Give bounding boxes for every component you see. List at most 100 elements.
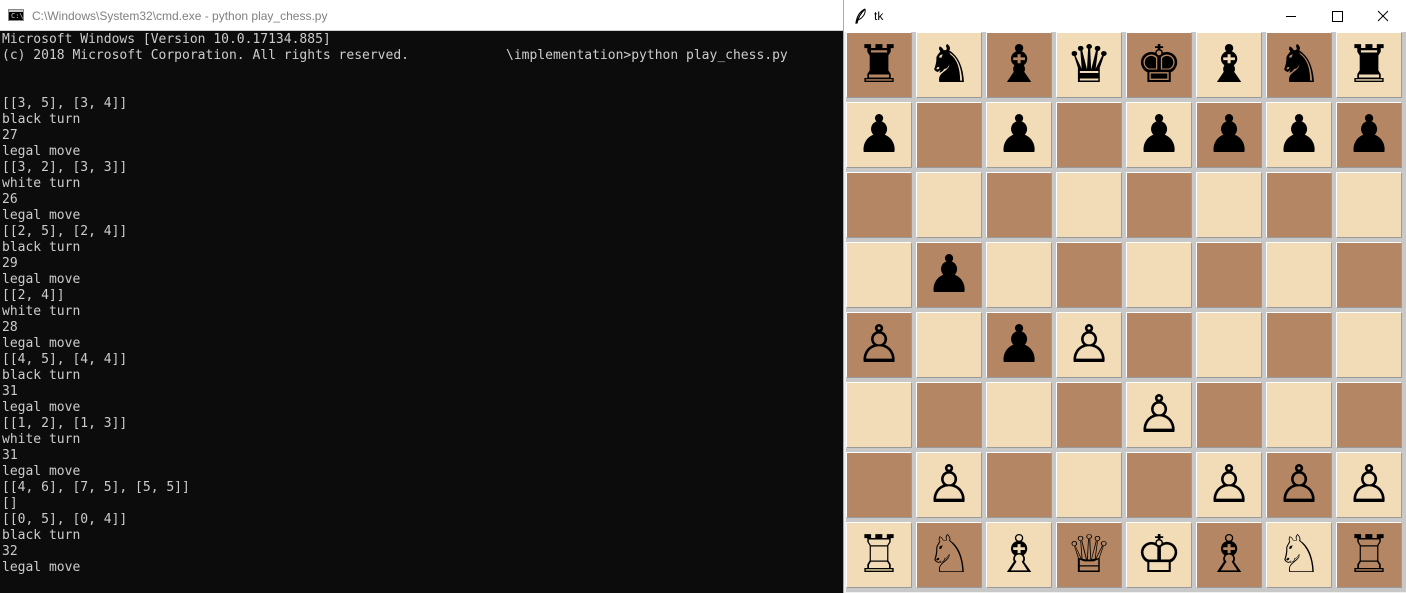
board-square-c6[interactable]: [986, 172, 1052, 238]
board-square-d2[interactable]: [1056, 452, 1122, 518]
board-square-c7[interactable]: ♟: [986, 102, 1052, 168]
white-rook-icon[interactable]: ♖: [856, 529, 903, 581]
cmd-titlebar[interactable]: C:\ C:\Windows\System32\cmd.exe - python…: [0, 0, 843, 31]
board-square-f7[interactable]: ♟: [1196, 102, 1262, 168]
white-pawn-icon[interactable]: ♙: [926, 459, 973, 511]
board-square-d1[interactable]: ♕: [1056, 522, 1122, 588]
board-square-a7[interactable]: ♟: [846, 102, 912, 168]
board-square-b1[interactable]: ♘: [916, 522, 982, 588]
board-square-c5[interactable]: [986, 242, 1052, 308]
white-bishop-icon[interactable]: ♗: [996, 529, 1043, 581]
board-square-b3[interactable]: [916, 382, 982, 448]
white-pawn-icon[interactable]: ♙: [1066, 319, 1113, 371]
white-pawn-icon[interactable]: ♙: [1276, 459, 1323, 511]
board-square-a5[interactable]: [846, 242, 912, 308]
cmd-console-output[interactable]: Microsoft Windows [Version 10.0.17134.88…: [2, 32, 840, 592]
board-square-c8[interactable]: ♝: [986, 32, 1052, 98]
board-square-d5[interactable]: [1056, 242, 1122, 308]
white-bishop-icon[interactable]: ♗: [1206, 529, 1253, 581]
board-square-e7[interactable]: ♟: [1126, 102, 1192, 168]
board-square-a1[interactable]: ♖: [846, 522, 912, 588]
board-square-g5[interactable]: [1266, 242, 1332, 308]
board-square-b8[interactable]: ♞: [916, 32, 982, 98]
board-square-g1[interactable]: ♘: [1266, 522, 1332, 588]
board-square-d4[interactable]: ♙: [1056, 312, 1122, 378]
board-square-c3[interactable]: [986, 382, 1052, 448]
chess-board[interactable]: ♜ ♞ ♝ ♛ ♚ ♝ ♞ ♜ ♟ ♟ ♟ ♟ ♟ ♟ ♟ ♙ ♟ ♙ ♙ ♙ ♙ ♙ ♙ ♖ ♘ ♗ ♕ ♔ ♗ ♘ ♖: [846, 32, 1406, 592]
board-square-f5[interactable]: [1196, 242, 1262, 308]
board-square-b5[interactable]: ♟: [916, 242, 982, 308]
board-square-e1[interactable]: ♔: [1126, 522, 1192, 588]
black-rook-icon[interactable]: ♜: [1346, 39, 1393, 91]
board-square-h2[interactable]: ♙: [1336, 452, 1402, 518]
board-square-c2[interactable]: [986, 452, 1052, 518]
white-rook-icon[interactable]: ♖: [1346, 529, 1393, 581]
board-square-g2[interactable]: ♙: [1266, 452, 1332, 518]
board-square-h5[interactable]: [1336, 242, 1402, 308]
board-square-h1[interactable]: ♖: [1336, 522, 1402, 588]
board-square-d8[interactable]: ♛: [1056, 32, 1122, 98]
board-square-e3[interactable]: ♙: [1126, 382, 1192, 448]
board-square-a4[interactable]: ♙: [846, 312, 912, 378]
black-king-icon[interactable]: ♚: [1136, 39, 1183, 91]
board-square-a8[interactable]: ♜: [846, 32, 912, 98]
black-pawn-icon[interactable]: ♟: [996, 319, 1043, 371]
black-pawn-icon[interactable]: ♟: [1136, 109, 1183, 161]
white-pawn-icon[interactable]: ♙: [1136, 389, 1183, 441]
board-square-f4[interactable]: [1196, 312, 1262, 378]
board-square-e6[interactable]: [1126, 172, 1192, 238]
black-bishop-icon[interactable]: ♝: [996, 39, 1043, 91]
board-square-f3[interactable]: [1196, 382, 1262, 448]
black-pawn-icon[interactable]: ♟: [926, 249, 973, 301]
black-knight-icon[interactable]: ♞: [1276, 39, 1323, 91]
board-square-b4[interactable]: [916, 312, 982, 378]
maximize-button[interactable]: [1314, 0, 1360, 32]
black-pawn-icon[interactable]: ♟: [1206, 109, 1253, 161]
black-bishop-icon[interactable]: ♝: [1206, 39, 1253, 91]
white-pawn-icon[interactable]: ♙: [1206, 459, 1253, 511]
board-square-b2[interactable]: ♙: [916, 452, 982, 518]
board-square-h7[interactable]: ♟: [1336, 102, 1402, 168]
board-square-h4[interactable]: [1336, 312, 1402, 378]
board-square-e5[interactable]: [1126, 242, 1192, 308]
black-pawn-icon[interactable]: ♟: [856, 109, 903, 161]
black-rook-icon[interactable]: ♜: [856, 39, 903, 91]
white-pawn-icon[interactable]: ♙: [1346, 459, 1393, 511]
board-square-d6[interactable]: [1056, 172, 1122, 238]
board-square-e4[interactable]: [1126, 312, 1192, 378]
board-square-f6[interactable]: [1196, 172, 1262, 238]
board-square-h8[interactable]: ♜: [1336, 32, 1402, 98]
board-square-d7[interactable]: [1056, 102, 1122, 168]
board-square-d3[interactable]: [1056, 382, 1122, 448]
board-square-a2[interactable]: [846, 452, 912, 518]
white-queen-icon[interactable]: ♕: [1066, 529, 1113, 581]
board-square-g7[interactable]: ♟: [1266, 102, 1332, 168]
white-pawn-icon[interactable]: ♙: [856, 319, 903, 371]
board-square-g6[interactable]: [1266, 172, 1332, 238]
board-square-a6[interactable]: [846, 172, 912, 238]
board-square-f1[interactable]: ♗: [1196, 522, 1262, 588]
board-square-b6[interactable]: [916, 172, 982, 238]
board-square-g3[interactable]: [1266, 382, 1332, 448]
board-square-e8[interactable]: ♚: [1126, 32, 1192, 98]
board-square-a3[interactable]: [846, 382, 912, 448]
black-knight-icon[interactable]: ♞: [926, 39, 973, 91]
black-queen-icon[interactable]: ♛: [1066, 39, 1113, 91]
board-square-c4[interactable]: ♟: [986, 312, 1052, 378]
board-square-b7[interactable]: [916, 102, 982, 168]
tk-titlebar[interactable]: tk: [844, 0, 1406, 32]
white-king-icon[interactable]: ♔: [1136, 529, 1183, 581]
board-square-h6[interactable]: [1336, 172, 1402, 238]
board-square-g8[interactable]: ♞: [1266, 32, 1332, 98]
board-square-c1[interactable]: ♗: [986, 522, 1052, 588]
white-knight-icon[interactable]: ♘: [926, 529, 973, 581]
black-pawn-icon[interactable]: ♟: [1346, 109, 1393, 161]
board-square-e2[interactable]: [1126, 452, 1192, 518]
board-square-h3[interactable]: [1336, 382, 1402, 448]
close-button[interactable]: [1360, 0, 1406, 32]
board-square-f8[interactable]: ♝: [1196, 32, 1262, 98]
board-square-f2[interactable]: ♙: [1196, 452, 1262, 518]
black-pawn-icon[interactable]: ♟: [996, 109, 1043, 161]
black-pawn-icon[interactable]: ♟: [1276, 109, 1323, 161]
minimize-button[interactable]: [1268, 0, 1314, 32]
